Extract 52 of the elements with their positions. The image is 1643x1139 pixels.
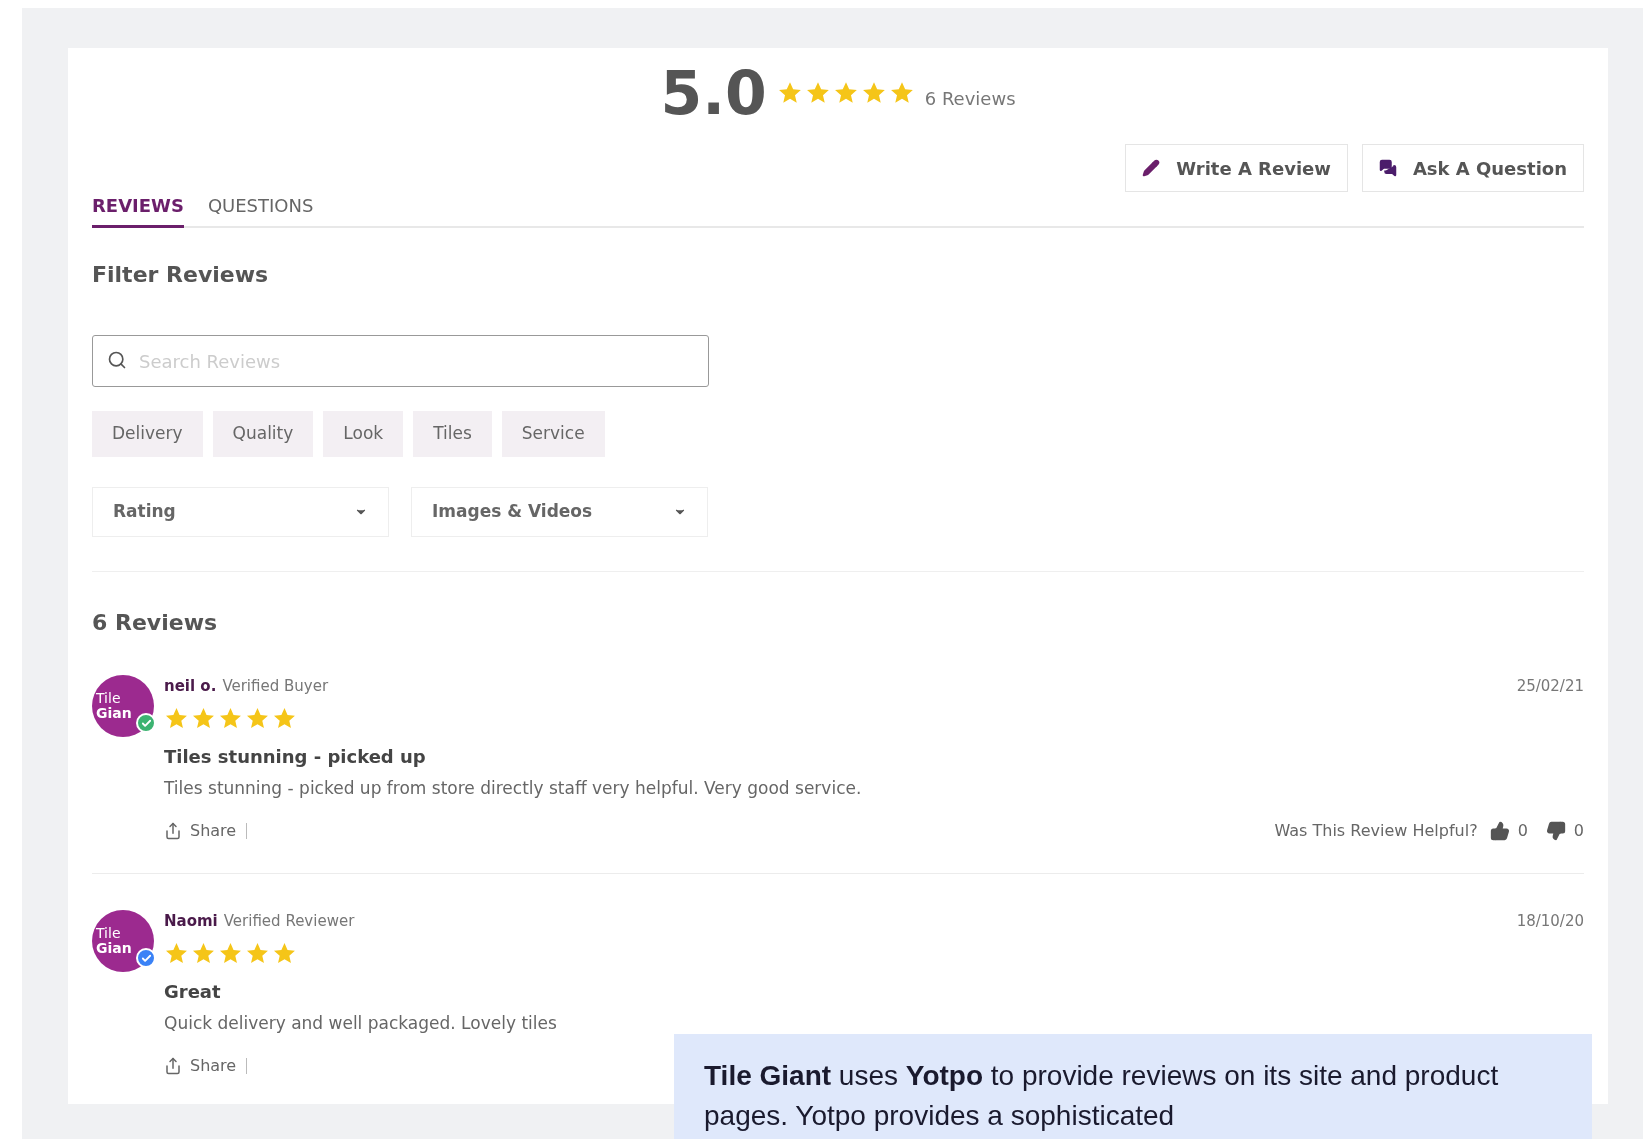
review-count: 6 Reviews xyxy=(924,86,1016,111)
share-icon xyxy=(164,1057,182,1075)
filter-chip[interactable]: Service xyxy=(501,411,605,457)
thumbs-down-icon xyxy=(1545,821,1566,841)
search-icon xyxy=(107,350,127,370)
review-date: 18/10/20 xyxy=(1516,911,1584,932)
thumbs-up-button[interactable]: 0 xyxy=(1489,819,1528,843)
verified-status: Verified Buyer xyxy=(222,676,329,697)
avatar-text: Gian xyxy=(96,941,133,956)
filter-chip[interactable]: Tiles xyxy=(413,411,492,457)
dropdown[interactable]: Rating xyxy=(92,487,389,537)
chat-icon xyxy=(1378,159,1397,177)
reviews-heading: 6 Reviews xyxy=(92,609,219,637)
filter-chip[interactable]: Look xyxy=(323,411,404,457)
star-icon xyxy=(191,705,216,731)
star-icon xyxy=(245,940,270,966)
average-rating: 5.0 xyxy=(660,57,767,130)
thumbs-up-icon xyxy=(1489,821,1510,841)
star-icon xyxy=(245,705,270,731)
avatar-text: Tile xyxy=(96,691,122,706)
filter-title: Filter Reviews xyxy=(92,261,270,289)
star-icon xyxy=(191,940,216,966)
reviewer-name: neil o. xyxy=(164,676,217,697)
review-date: 25/02/21 xyxy=(1516,676,1584,697)
review-title: Tiles stunning - picked up xyxy=(164,744,427,769)
avatar-text: Gian xyxy=(96,706,133,721)
ask-question-button[interactable]: Ask A Question xyxy=(1361,144,1584,192)
star-icon xyxy=(272,705,297,731)
share-icon xyxy=(164,822,182,840)
reviewer-name: Naomi xyxy=(164,911,218,932)
star-icon xyxy=(272,940,297,966)
tab[interactable]: REVIEWS xyxy=(92,192,184,228)
verified-status: Verified Reviewer xyxy=(223,911,355,932)
review-body: Quick delivery and well packaged. Lovely tiles xyxy=(164,1011,558,1035)
tab[interactable]: QUESTIONS xyxy=(207,192,314,228)
dropdown[interactable]: Images & Videos xyxy=(411,487,708,537)
avatar-text: Tile xyxy=(96,926,122,941)
pencil-icon xyxy=(1142,159,1161,177)
thumbs-down-button[interactable]: 0 xyxy=(1545,819,1584,843)
write-review-button[interactable]: Write A Review xyxy=(1125,144,1348,192)
info-callout: Tile Giant uses Yotpo to provide reviews on its site and product pages. Yotpo provides a sophisticated xyxy=(674,1034,1592,1139)
review-title: Great xyxy=(164,979,222,1004)
share-button[interactable]: Share xyxy=(164,1054,237,1078)
star-icon xyxy=(218,940,243,966)
helpful-question: Was This Review Helpful? xyxy=(1274,820,1478,842)
filter-chip[interactable]: Delivery xyxy=(92,411,203,457)
star-icon xyxy=(164,940,189,966)
share-button[interactable]: Share xyxy=(164,819,237,843)
star-icon xyxy=(164,705,189,731)
review-body: Tiles stunning - picked up from store directly staff very helpful. Very good service. xyxy=(164,776,863,800)
filter-chip[interactable]: Quality xyxy=(212,411,314,457)
star-icon xyxy=(218,705,243,731)
